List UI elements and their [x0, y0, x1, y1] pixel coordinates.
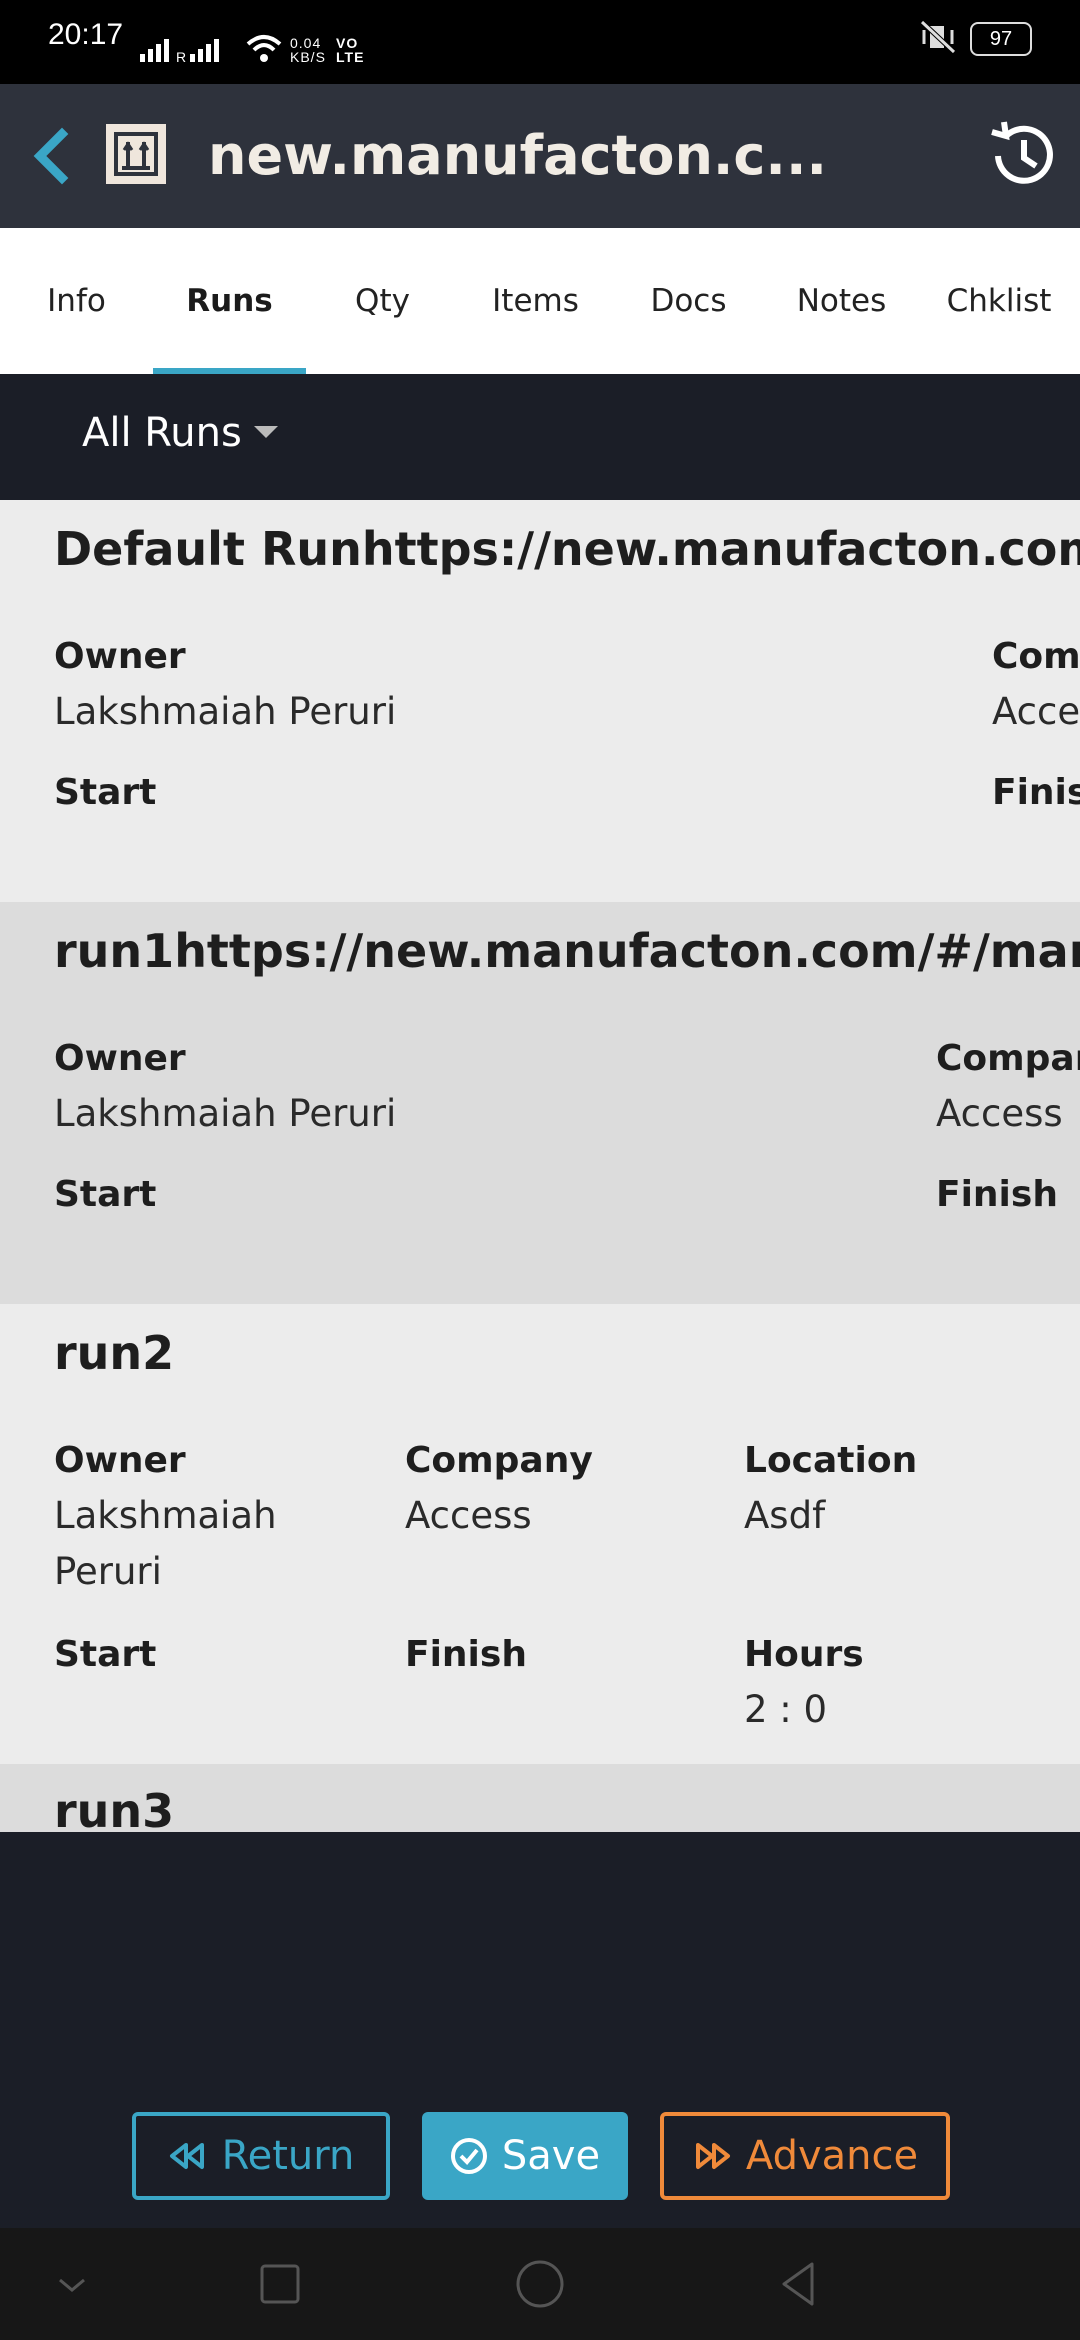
check-circle-icon	[450, 2138, 487, 2174]
owner-label: Owner	[54, 1440, 186, 1481]
company-label: Company	[405, 1440, 593, 1481]
owner-value: Lakshmaiah	[54, 1494, 277, 1537]
back-arrow-icon[interactable]	[20, 114, 80, 198]
run-name: run3	[54, 1784, 175, 1832]
action-bar: Return Save Advance	[0, 2112, 1080, 2204]
owner-value: Lakshmaiah Peruri	[54, 690, 397, 733]
finish-label: Finish	[405, 1634, 527, 1675]
chevron-down-icon[interactable]	[44, 2256, 100, 2312]
wifi-icon	[246, 35, 282, 62]
filter-bar: All Runs	[0, 374, 1080, 500]
run-card[interactable]: Default Runhttps://new.manufacton.com/#/…	[0, 500, 1080, 902]
owner-label: Owner	[54, 1038, 186, 1079]
save-button[interactable]: Save	[422, 2112, 628, 2200]
runs-list[interactable]: Default Runhttps://new.manufacton.com/#/…	[0, 500, 1080, 1832]
start-label: Start	[54, 1634, 157, 1675]
page-title: new.manufacton.c...	[208, 124, 827, 187]
location-value: Asdf	[744, 1494, 826, 1537]
battery-indicator: 97	[970, 22, 1032, 56]
app-bar: new.manufacton.c...	[0, 84, 1080, 228]
hours-label: Hours	[744, 1634, 864, 1675]
fast-forward-icon	[695, 2143, 730, 2169]
save-label: Save	[501, 2133, 601, 2179]
run-filter-dropdown[interactable]: All Runs	[82, 410, 278, 456]
network-speed: 0.04 KB/S	[290, 35, 326, 65]
company-value: Acces	[992, 690, 1080, 733]
system-nav-bar	[0, 2228, 1080, 2340]
run-name: Default Runhttps://new.manufacton.com/#/…	[54, 522, 1080, 576]
tab-docs[interactable]: Docs	[612, 228, 765, 374]
finish-label: Finish	[936, 1174, 1058, 1215]
company-value: Access	[405, 1494, 532, 1537]
run-card[interactable]: run2 Owner Lakshmaiah Peruri Company Acc…	[0, 1304, 1080, 1764]
tab-bar: Info Runs Qty Items Docs Notes Chklist	[0, 228, 1080, 374]
history-icon[interactable]	[984, 118, 1060, 194]
advance-label: Advance	[745, 2133, 919, 2179]
owner-value: Lakshmaiah Peruri	[54, 1092, 397, 1135]
company-value: Access	[936, 1092, 1063, 1135]
run-name: run2	[54, 1326, 175, 1380]
back-triangle-icon[interactable]	[772, 2256, 828, 2312]
return-label: Return	[221, 2133, 355, 2179]
volte-indicator: VO LTE	[336, 35, 365, 65]
tab-qty[interactable]: Qty	[306, 228, 459, 374]
signal-icon: R	[140, 39, 219, 64]
run-filter-label: All Runs	[82, 410, 242, 456]
tab-notes[interactable]: Notes	[765, 228, 918, 374]
tab-items[interactable]: Items	[459, 228, 612, 374]
run-card[interactable]: run3	[0, 1764, 1080, 1832]
return-button[interactable]: Return	[132, 2112, 390, 2200]
hours-value: 2 : 0	[744, 1688, 828, 1731]
tab-info[interactable]: Info	[0, 228, 153, 374]
caret-down-icon	[253, 426, 278, 438]
advance-button[interactable]: Advance	[660, 2112, 950, 2200]
package-icon	[106, 124, 166, 184]
tab-chklist[interactable]: Chklist	[918, 228, 1080, 374]
recents-square-icon[interactable]	[252, 2256, 308, 2312]
owner-value-cont: Peruri	[54, 1550, 162, 1593]
company-label: Compar	[936, 1038, 1080, 1079]
svg-text:R: R	[176, 49, 186, 64]
status-time: 20:17	[48, 18, 124, 51]
run-name: run1https://new.manufacton.com/#/manage	[54, 924, 1080, 978]
location-label: Location	[744, 1440, 918, 1481]
home-circle-icon[interactable]	[512, 2256, 568, 2312]
start-label: Start	[54, 772, 157, 813]
status-bar: 20:17 R 0.04 KB/S VO LTE 97	[0, 0, 1080, 84]
owner-label: Owner	[54, 636, 186, 677]
run-card[interactable]: run1https://new.manufacton.com/#/manage …	[0, 902, 1080, 1304]
vibrate-mute-icon	[920, 20, 956, 54]
finish-label: Finis	[992, 772, 1080, 813]
company-label: Com	[992, 636, 1080, 677]
tab-runs[interactable]: Runs	[153, 228, 306, 374]
rewind-icon	[169, 2143, 204, 2169]
start-label: Start	[54, 1174, 157, 1215]
